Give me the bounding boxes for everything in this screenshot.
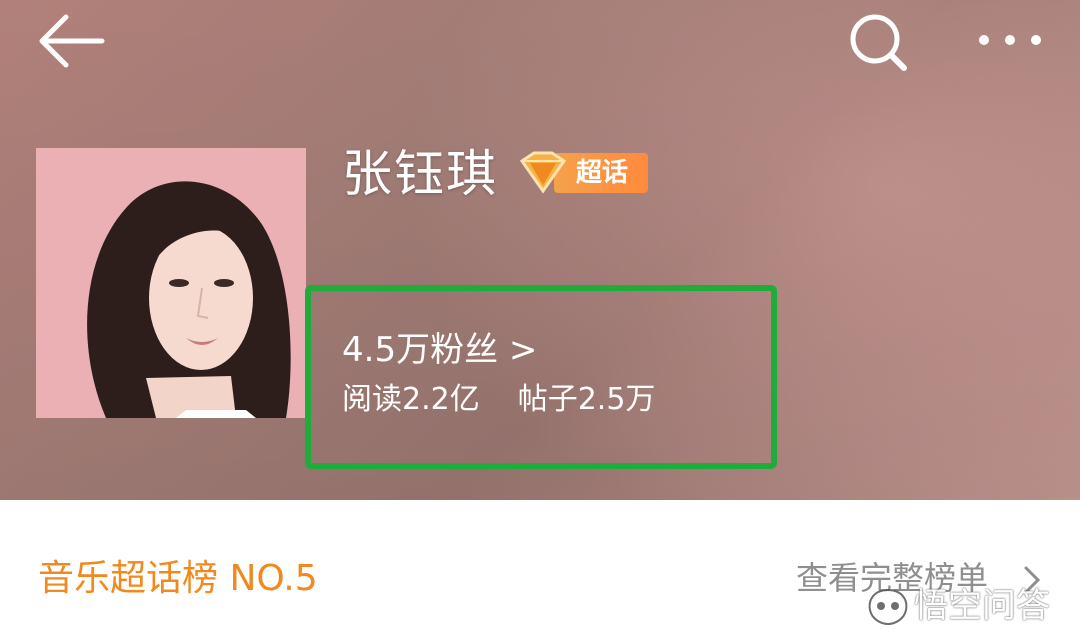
read-count: 阅读2.2亿 [342, 382, 480, 417]
watermark-text: 悟空问答 [914, 586, 1050, 626]
diamond-icon [519, 151, 567, 194]
search-icon [850, 14, 907, 71]
avatar[interactable] [36, 148, 306, 418]
avatar-photo [36, 148, 306, 418]
post-count: 帖子2.5万 [517, 382, 656, 417]
read-post-stats: 阅读2.2亿 帖子2.5万 [342, 380, 655, 420]
badge-label: 超话 [576, 158, 629, 188]
arrow-left-icon [39, 14, 105, 68]
more-dots-icon [979, 35, 1041, 45]
back-button[interactable] [36, 14, 106, 68]
stats-highlight-box [305, 285, 777, 469]
search-button[interactable] [846, 12, 912, 72]
super-topic-badge[interactable]: 超话 [514, 151, 648, 195]
more-button[interactable] [974, 28, 1046, 52]
ranking-title: 音乐超话榜 NO.5 [38, 558, 318, 599]
wukong-logo-icon [868, 588, 908, 626]
fans-count-link[interactable]: 4.5万粉丝 > [342, 328, 537, 372]
topic-name: 张钰琪 [342, 145, 498, 203]
watermark: 悟空问答 [858, 580, 1068, 630]
